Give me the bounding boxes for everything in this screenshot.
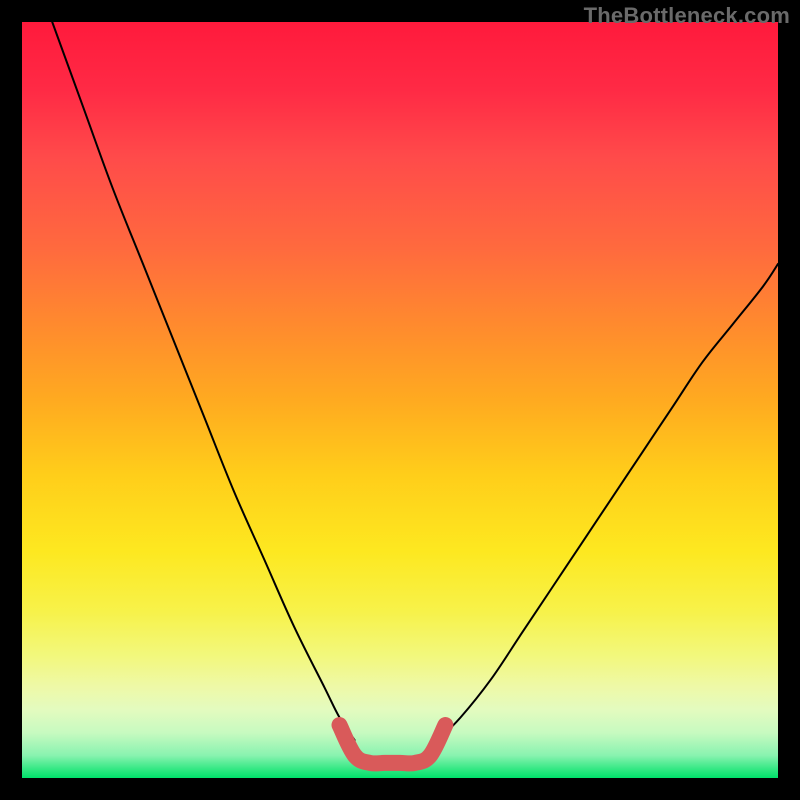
series-group xyxy=(52,22,778,763)
chart-svg xyxy=(22,22,778,778)
bottleneck-curve xyxy=(438,264,778,740)
chart-frame: { "watermark": "TheBottleneck.com", "cha… xyxy=(0,0,800,800)
watermark-text: TheBottleneck.com xyxy=(584,3,790,29)
plot-area xyxy=(22,22,778,778)
bottleneck-curve xyxy=(52,22,354,740)
optimal-region-highlight xyxy=(340,725,446,763)
